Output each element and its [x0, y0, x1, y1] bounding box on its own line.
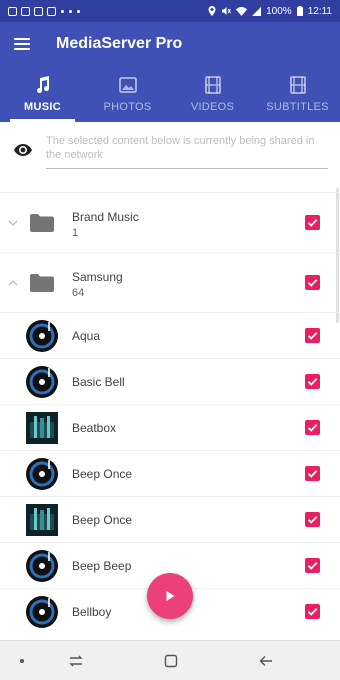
chevron-down-icon[interactable]: [7, 217, 19, 229]
folder-checkbox[interactable]: [305, 275, 320, 290]
clock: 12:11: [307, 5, 332, 17]
track-checkbox[interactable]: [305, 466, 320, 481]
check-icon: [307, 608, 318, 616]
track-checkbox[interactable]: [305, 512, 320, 527]
folder-icon: [30, 273, 54, 292]
tab-label: MUSIC: [24, 101, 61, 113]
music-disc-icon: [26, 595, 58, 628]
track-name: Beep Once: [72, 512, 133, 527]
signal-icon: [252, 6, 262, 16]
more-dot-icon: [61, 9, 64, 13]
play-fab-button[interactable]: [147, 573, 193, 619]
content-list: Brand Music 1 Samsung 64 Aqua Basic Bell…: [0, 192, 340, 634]
music-note-icon: [36, 76, 49, 94]
dot-icon[interactable]: [14, 653, 30, 669]
folder-row-brand-music[interactable]: Brand Music 1: [0, 192, 340, 252]
track-name: Bellboy: [72, 604, 112, 619]
music-disc-icon: [26, 319, 58, 352]
track-row[interactable]: Beatbox: [0, 404, 340, 450]
track-row[interactable]: Basic Bell: [0, 358, 340, 404]
mute-icon: [222, 7, 232, 15]
chevron-up-icon[interactable]: [7, 277, 19, 289]
track-checkbox[interactable]: [305, 604, 320, 619]
notification-icon: [47, 6, 56, 16]
wifi-icon: [236, 6, 248, 16]
shared-info: The selected content below is currently …: [0, 122, 340, 184]
eye-icon: [14, 144, 32, 156]
subtitle-film-icon: [289, 76, 306, 94]
notification-icon: [8, 6, 17, 16]
check-icon: [307, 378, 318, 386]
more-dot-icon: [69, 9, 72, 13]
tab-label: SUBTITLES: [266, 101, 329, 113]
music-disc-icon: [26, 549, 58, 582]
system-nav-bar: [0, 640, 340, 680]
check-icon: [307, 332, 318, 340]
menu-icon[interactable]: [14, 38, 30, 50]
check-icon: [307, 470, 318, 478]
track-name: Beatbox: [72, 420, 117, 435]
notification-icon: [34, 6, 43, 16]
track-name: Beep Beep: [72, 558, 132, 573]
folder-icon: [30, 213, 54, 232]
track-row[interactable]: Aqua: [0, 312, 340, 358]
album-art-thumbnail: [26, 503, 58, 536]
tab-subtitles[interactable]: SUBTITLES: [255, 66, 340, 122]
tab-music[interactable]: MUSIC: [0, 66, 85, 122]
recent-apps-icon[interactable]: [68, 653, 84, 669]
track-name: Beep Once: [72, 466, 133, 481]
folder-count: 64: [72, 287, 85, 299]
check-icon: [307, 219, 318, 227]
home-icon[interactable]: [163, 653, 179, 669]
track-checkbox[interactable]: [305, 558, 320, 573]
folder-row-samsung[interactable]: Samsung 64: [0, 252, 340, 312]
play-icon: [166, 591, 175, 601]
app-bar: MediaServer Pro: [0, 22, 340, 66]
track-checkbox[interactable]: [305, 374, 320, 389]
tab-label: PHOTOS: [103, 101, 152, 113]
folder-count: 1: [72, 227, 79, 239]
tab-bar: MUSIC PHOTOS VIDEOS SUBTITLES: [0, 66, 340, 122]
more-dot-icon: [77, 9, 80, 13]
tab-photos[interactable]: PHOTOS: [85, 66, 170, 122]
battery-text: 100%: [266, 5, 292, 17]
folder-name: Brand Music: [72, 210, 139, 224]
check-icon: [307, 562, 318, 570]
back-icon[interactable]: [258, 653, 274, 669]
folder-name: Samsung: [72, 270, 123, 284]
music-disc-icon: [26, 365, 58, 398]
tab-label: VIDEOS: [190, 101, 235, 113]
battery-icon: [296, 6, 303, 16]
location-icon: [208, 6, 216, 16]
shared-info-field[interactable]: The selected content below is currently …: [46, 134, 328, 169]
app-title: MediaServer Pro: [56, 35, 183, 52]
status-bar: 100% 12:11: [0, 0, 340, 22]
track-row[interactable]: Beep Once: [0, 450, 340, 496]
check-icon: [307, 516, 318, 524]
check-icon: [307, 279, 318, 287]
folder-checkbox[interactable]: [305, 215, 320, 230]
check-icon: [307, 424, 318, 432]
track-name: Basic Bell: [72, 374, 125, 389]
track-checkbox[interactable]: [305, 328, 320, 343]
notification-icon: [21, 6, 30, 16]
film-icon: [204, 76, 221, 94]
track-name: Aqua: [72, 328, 101, 343]
album-art-thumbnail: [26, 411, 58, 444]
tab-videos[interactable]: VIDEOS: [170, 66, 255, 122]
music-disc-icon: [26, 457, 58, 490]
track-row[interactable]: Beep Once: [0, 496, 340, 542]
track-checkbox[interactable]: [305, 420, 320, 435]
photo-icon: [118, 77, 137, 93]
